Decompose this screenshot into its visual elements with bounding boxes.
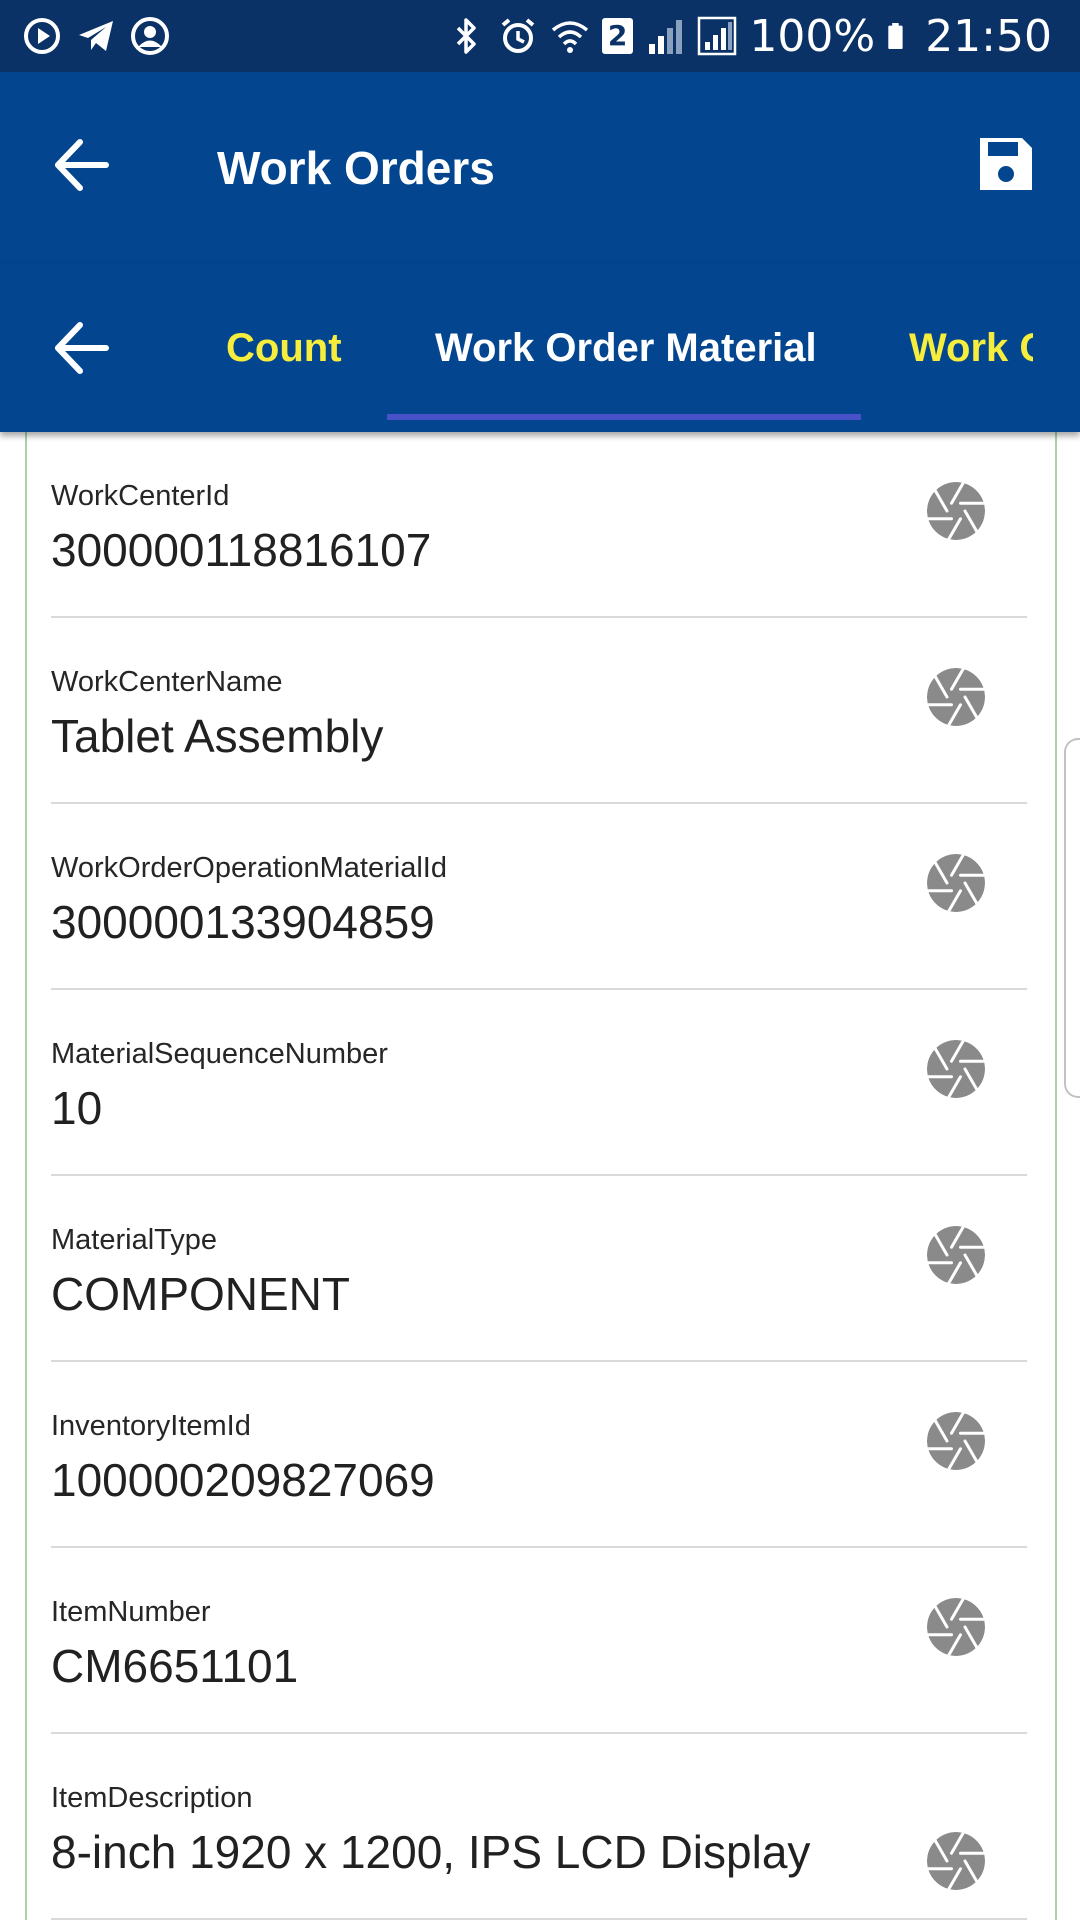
field-label: InventoryItemId (51, 1410, 251, 1442)
signal-icon (649, 20, 683, 54)
telegram-icon (79, 21, 113, 51)
side-drawer-handle[interactable] (1064, 738, 1080, 1098)
tab-work-order-material[interactable]: Work Order Material (435, 320, 817, 376)
field-value: 100000209827069 (51, 1454, 435, 1506)
wifi-icon (551, 21, 589, 53)
camera-aperture-icon[interactable] (925, 1224, 987, 1286)
field-row-material-sequence-number: MaterialSequenceNumber 10 (51, 990, 1027, 1176)
field-row-work-center-name: WorkCenterName Tablet Assembly (51, 618, 1027, 804)
status-bar: 2 100% 21:50 (0, 0, 1080, 72)
field-row-item-number: ItemNumber CM6651101 (51, 1548, 1027, 1734)
field-label: WorkOrderOperationMaterialId (51, 852, 447, 884)
active-tab-indicator (387, 414, 861, 420)
video-call-icon (24, 18, 60, 54)
field-value: Tablet Assembly (51, 710, 384, 762)
field-row-inventory-item-id: InventoryItemId 100000209827069 (51, 1362, 1027, 1548)
camera-aperture-icon[interactable] (925, 1830, 987, 1892)
field-label: WorkCenterName (51, 666, 283, 698)
battery-percent: 100% (749, 10, 876, 62)
field-value: 10 (51, 1082, 103, 1134)
field-row-work-center-id: WorkCenterId 300000118816107 (51, 432, 1027, 618)
field-label: MaterialSequenceNumber (51, 1038, 388, 1070)
field-label: ItemNumber (51, 1596, 211, 1628)
save-icon[interactable] (976, 134, 1036, 194)
sim-slot-badge: 2 (601, 18, 634, 54)
field-label: MaterialType (51, 1224, 218, 1256)
camera-aperture-icon[interactable] (925, 1410, 987, 1472)
field-value: COMPONENT (51, 1268, 350, 1320)
tab-bar: Count Work Order Material Work C (0, 264, 1080, 432)
field-row-material-type: MaterialType COMPONENT (51, 1176, 1027, 1362)
field-label: WorkCenterId (51, 480, 230, 512)
page-title: Work Orders (217, 142, 495, 194)
system-status: 2 100% 21:50 (446, 8, 1052, 64)
notification-icons (22, 16, 170, 56)
camera-aperture-icon[interactable] (925, 1596, 987, 1658)
field-label: ItemDescription (51, 1782, 253, 1814)
camera-aperture-icon[interactable] (925, 666, 987, 728)
field-value: CM6651101 (51, 1640, 299, 1692)
field-row-item-description: ItemDescription 8-inch 1920 x 1200, IPS … (51, 1734, 1027, 1920)
battery-icon (888, 23, 903, 49)
field-value: 300000118816107 (51, 524, 432, 576)
field-row-operation-material-id: WorkOrderOperationMaterialId 30000013390… (51, 804, 1027, 990)
field-value: 8-inch 1920 x 1200, IPS LCD Display (51, 1826, 811, 1878)
field-list-panel[interactable]: WorkCenterId 300000118816107 WorkCenterN… (25, 432, 1057, 1920)
camera-aperture-icon[interactable] (925, 480, 987, 542)
clock: 21:50 (925, 10, 1052, 62)
app-bar: Work Orders (0, 72, 1080, 264)
account-icon (131, 17, 169, 55)
tab-count[interactable]: Count (226, 320, 342, 376)
tab-work-operation[interactable]: Work C (909, 320, 1033, 376)
field-value: 300000133904859 (51, 896, 435, 948)
camera-aperture-icon[interactable] (925, 852, 987, 914)
camera-aperture-icon[interactable] (925, 1038, 987, 1100)
arrow-left-icon[interactable] (50, 132, 116, 198)
arrow-left-icon[interactable] (50, 315, 116, 381)
bluetooth-icon (456, 18, 476, 54)
field-list: WorkCenterId 300000118816107 WorkCenterN… (51, 432, 1027, 1920)
roaming-signal-icon (698, 16, 737, 56)
alarm-icon (501, 18, 535, 53)
